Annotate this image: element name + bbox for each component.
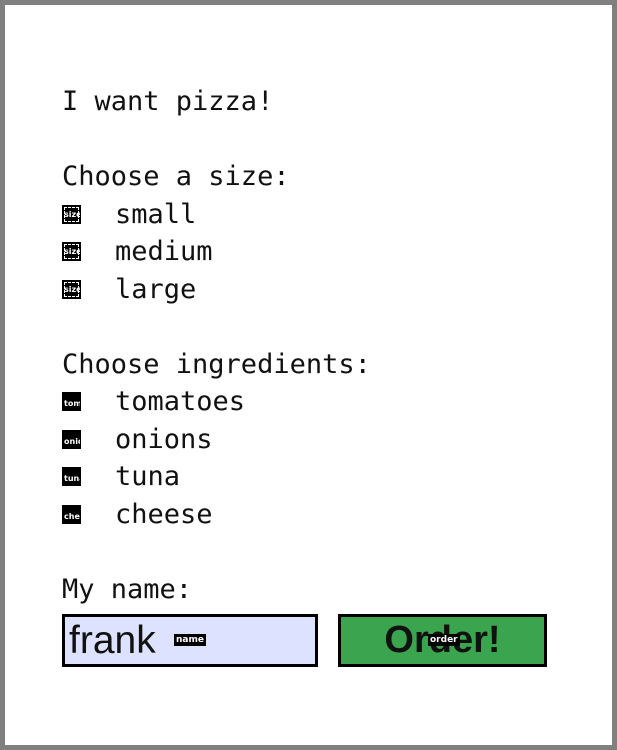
tomatoes-checkbox[interactable]: tomatoes <box>62 392 81 412</box>
ingredient-option-cheese[interactable]: cheese cheese <box>62 496 562 534</box>
ingredient-option-tuna[interactable]: tuna tuna <box>62 458 562 496</box>
size-section-label: Choose a size: <box>62 161 290 192</box>
cheese-checkbox[interactable]: cheese <box>62 504 81 524</box>
ingredients-section-label: Choose ingredients: <box>62 348 371 380</box>
name-field-wrapper: name <box>62 614 318 667</box>
ingredient-option-label: tuna <box>115 461 181 492</box>
size-option-medium[interactable]: size medium <box>62 233 562 271</box>
onions-checkbox[interactable]: onions <box>62 429 81 449</box>
name-section-label: My name: <box>62 573 193 605</box>
tuna-checkbox[interactable]: tuna <box>62 467 81 487</box>
pizza-order-form: I want pizza! Choose a size: size small … <box>62 83 562 667</box>
size-radio[interactable]: size <box>62 279 81 299</box>
order-button-tag: order <box>428 634 460 646</box>
ingredient-option-label: onions <box>115 423 213 455</box>
ingredient-option-label: cheese <box>115 498 213 530</box>
size-radio[interactable]: size <box>62 204 81 224</box>
size-option-label: medium <box>115 236 213 267</box>
name-field-tag: name <box>174 634 206 646</box>
size-option-label: large <box>115 273 197 305</box>
size-option-large[interactable]: size large <box>62 271 562 309</box>
page-heading: I want pizza! <box>62 86 274 117</box>
size-option-label: small <box>115 198 197 230</box>
name-and-order-row: name Order! order <box>62 614 562 667</box>
order-button[interactable]: Order! order <box>338 614 547 667</box>
ingredient-option-label: tomatoes <box>115 386 246 417</box>
ingredient-option-tomatoes[interactable]: tomatoes tomatoes <box>62 383 562 421</box>
size-option-small[interactable]: size small <box>62 196 562 234</box>
size-radio[interactable]: size <box>62 242 81 262</box>
ingredient-option-onions[interactable]: onions onions <box>62 421 562 459</box>
